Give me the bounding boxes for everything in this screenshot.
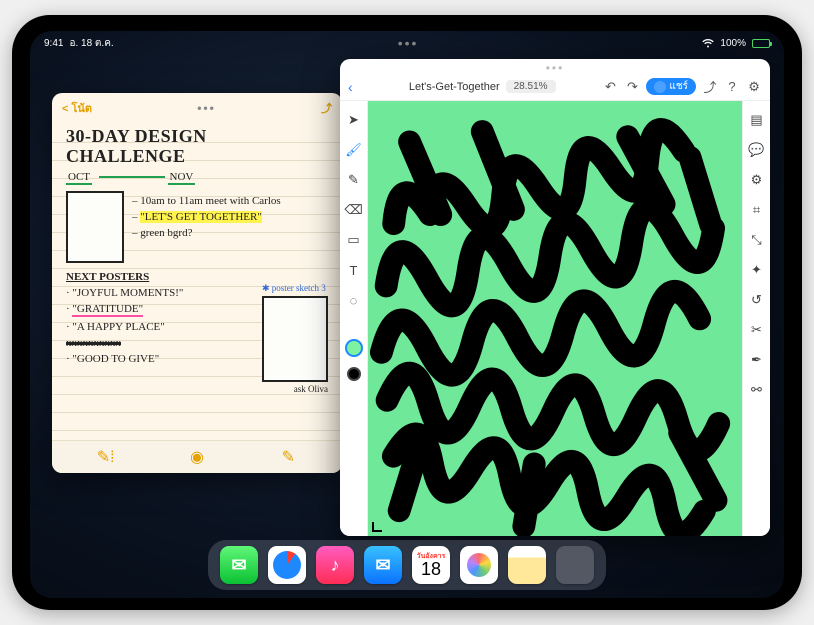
document-title[interactable]: Let's-Get-Together — [409, 81, 500, 93]
status-time: 9:41 — [44, 38, 63, 49]
pencil-tool-icon[interactable]: ✎ — [345, 171, 363, 189]
poster-sketch-1 — [66, 191, 124, 263]
poster-good: "GOOD TO GIVE" — [72, 353, 159, 365]
export-icon[interactable]: ⤴ — [702, 77, 718, 96]
effects-icon[interactable]: ✦ — [748, 261, 766, 279]
screen: 9:41 อ. 18 ต.ค. ••• 100% < โน้ต ••• ⤴ 30… — [30, 31, 784, 598]
avatar-icon — [654, 81, 666, 93]
poster-sketch-2 — [262, 296, 328, 382]
heading-next-posters: NEXT POSTERS — [66, 271, 328, 283]
note-title-line1: 30-DAY DESIGN — [66, 127, 328, 145]
redo-icon[interactable]: ↷ — [624, 79, 640, 95]
cut-icon[interactable]: ✂ — [748, 321, 766, 339]
timeline-bar — [99, 176, 165, 178]
markup-icon[interactable]: ✎ — [277, 447, 299, 467]
app-notes[interactable] — [508, 546, 546, 584]
wifi-icon — [702, 39, 714, 48]
app-mail[interactable]: ✉ — [364, 546, 402, 584]
notes-toolbar: ✎⁞ ◉ ✎ — [52, 440, 342, 473]
status-bar: 9:41 อ. 18 ต.ค. ••• 100% — [30, 31, 784, 53]
layers-icon[interactable]: ▤ — [748, 111, 766, 129]
poster-scratched: xxxxxxxxxx — [66, 337, 256, 349]
left-tool-column: ➤ 🖌 ✎ ⌫ ▭ T ◌ — [340, 101, 368, 536]
battery-percent: 100% — [720, 38, 746, 49]
app-music[interactable]: ♪ — [316, 546, 354, 584]
app-calendar[interactable]: วันอังคาร 18 — [412, 546, 450, 584]
straighten-icon[interactable]: ↺ — [748, 291, 766, 309]
handwriting-tool-icon[interactable]: ✎⁞ — [95, 447, 117, 467]
month-from: OCT — [66, 171, 92, 185]
text-tool-icon[interactable]: T — [345, 261, 363, 279]
sketch-label: poster sketch 3 — [272, 283, 326, 293]
share-icon[interactable]: ⤴ — [321, 100, 332, 116]
crop-icon[interactable]: ⌗ — [748, 201, 766, 219]
stage-manager-area: < โน้ต ••• ⤴ 30-DAY DESIGN CHALLENGE OCT… — [30, 55, 784, 540]
eraser-tool-icon[interactable]: ⌫ — [345, 201, 363, 219]
comments-icon[interactable]: 💬 — [748, 141, 766, 159]
shape-tool-icon[interactable]: ▭ — [345, 231, 363, 249]
brush-tool-icon[interactable]: 🖌 — [345, 141, 363, 159]
back-to-notes[interactable]: < โน้ต — [62, 99, 92, 117]
app-photos[interactable] — [460, 546, 498, 584]
design-toolbar: ‹ Let's-Get-Together 28.51% ↶ ↷ แชร์ ⤴ ?… — [340, 75, 770, 101]
multitask-indicator[interactable]: ••• — [398, 35, 419, 51]
note-title-line2: CHALLENGE — [66, 147, 328, 165]
window-controls-icon[interactable]: ••• — [340, 59, 770, 75]
link-icon[interactable]: ⚯ — [748, 381, 766, 399]
help-icon[interactable]: ? — [724, 79, 740, 94]
note-canvas[interactable]: 30-DAY DESIGN CHALLENGE OCT NOV – 10am t… — [52, 119, 342, 440]
pen-icon[interactable]: ✒ — [748, 351, 766, 369]
back-icon[interactable]: ‹ — [348, 79, 362, 95]
lettering-artwork — [368, 101, 742, 536]
notes-window[interactable]: < โน้ต ••• ⤴ 30-DAY DESIGN CHALLENGE OCT… — [52, 93, 342, 473]
lasso-tool-icon[interactable]: ◌ — [345, 291, 363, 309]
move-tool-icon[interactable]: ➤ — [345, 111, 363, 129]
color-swatch-green[interactable] — [347, 341, 361, 355]
design-app-window[interactable]: ••• ‹ Let's-Get-Together 28.51% ↶ ↷ แชร์… — [340, 59, 770, 536]
zoom-level[interactable]: 28.51% — [506, 80, 556, 93]
undo-icon[interactable]: ↶ — [602, 79, 618, 95]
right-tool-column: ▤ 💬 ⚙ ⌗ ⤡ ✦ ↺ ✂ ✒ ⚯ — [742, 101, 770, 536]
dock: ✉ ♪ ✉ วันอังคาร 18 — [208, 540, 606, 590]
compass-icon — [273, 551, 301, 579]
poster-happy: "A HAPPY PLACE" — [72, 321, 164, 333]
app-safari[interactable] — [268, 546, 306, 584]
app-folder[interactable] — [556, 546, 594, 584]
settings-icon[interactable]: ⚙ — [746, 79, 762, 95]
bullet-together: "LET'S GET TOGETHER" — [140, 211, 262, 223]
ipad-device-frame: 9:41 อ. 18 ต.ค. ••• 100% < โน้ต ••• ⤴ 30… — [12, 15, 802, 610]
camera-icon[interactable]: ◉ — [186, 447, 208, 467]
canvas-viewport[interactable] — [368, 101, 742, 536]
poster-joyful: "JOYFUL MOMENTS!" — [72, 287, 183, 299]
calendar-day: 18 — [421, 560, 441, 578]
adjust-icon[interactable]: ⚙ — [748, 171, 766, 189]
notes-titlebar: < โน้ต ••• ⤴ — [52, 93, 342, 119]
color-swatch-black[interactable] — [347, 367, 361, 381]
window-controls-icon[interactable]: ••• — [197, 101, 216, 115]
battery-icon — [752, 39, 770, 48]
bullet-bg: green bgrd? — [140, 227, 192, 239]
photos-flower-icon — [467, 553, 491, 577]
month-to: NOV — [168, 171, 196, 185]
poster-gratitude: "GRATITUDE" — [72, 303, 143, 317]
app-messages[interactable]: ✉ — [220, 546, 258, 584]
bullet-meeting: 10am to 11am meet with Carlos — [140, 195, 280, 207]
resize-handle-icon[interactable] — [372, 518, 386, 532]
sketch-footer: ask Oliva — [262, 384, 328, 394]
share-button[interactable]: แชร์ — [646, 78, 696, 95]
artwork-canvas[interactable] — [368, 101, 742, 536]
transform-icon[interactable]: ⤡ — [748, 231, 766, 249]
status-date: อ. 18 ต.ค. — [69, 36, 113, 51]
